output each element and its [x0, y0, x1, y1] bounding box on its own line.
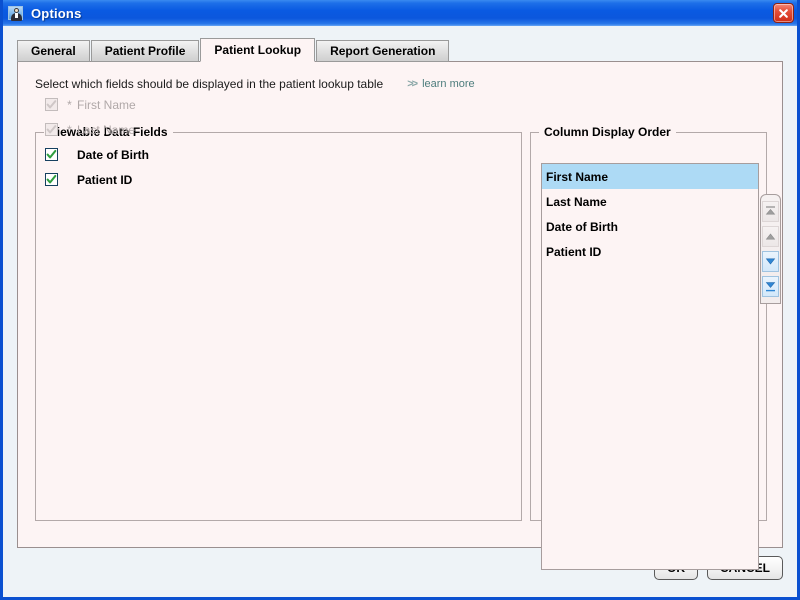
tab-general[interactable]: General [17, 40, 90, 62]
instruction-row: Select which fields should be displayed … [35, 77, 475, 91]
required-marker-first-name: * [67, 97, 72, 112]
tab-strip: General Patient Profile Patient Lookup R… [17, 38, 783, 62]
field-label-first-name: First Name [77, 97, 136, 112]
list-item[interactable]: Last Name [542, 189, 758, 214]
move-up-button[interactable] [762, 226, 779, 247]
dialog-body: General Patient Profile Patient Lookup R… [3, 26, 797, 594]
column-order-listbox[interactable]: First Name Last Name Date of Birth Patie… [541, 163, 759, 570]
move-to-top-button[interactable] [762, 201, 779, 222]
field-row-patient-id[interactable]: Patient ID [45, 167, 149, 192]
column-display-order-legend: Column Display Order [539, 125, 676, 139]
tab-patient-lookup[interactable]: Patient Lookup [200, 38, 316, 62]
viewable-fields-list: * First Name * Last Name Date of Birth P… [45, 92, 149, 192]
move-to-bottom-button[interactable] [762, 276, 779, 297]
checkbox-first-name [45, 98, 58, 111]
field-label-patient-id: Patient ID [77, 172, 133, 187]
field-row-first-name[interactable]: * First Name [45, 92, 149, 117]
options-person-icon [8, 5, 26, 22]
list-item[interactable]: Date of Birth [542, 214, 758, 239]
tab-patient-profile[interactable]: Patient Profile [90, 40, 200, 62]
window-title: Options [31, 5, 82, 21]
list-item[interactable]: First Name [542, 164, 758, 189]
field-label-date-of-birth: Date of Birth [77, 147, 149, 162]
list-item[interactable]: Patient ID [542, 239, 758, 264]
tab-report-generation[interactable]: Report Generation [316, 40, 450, 62]
learn-more-label: learn more [422, 78, 475, 90]
required-marker-last-name: * [67, 122, 72, 137]
checkbox-last-name [45, 123, 58, 136]
learn-more-link[interactable]: >> learn more [407, 78, 474, 90]
checkbox-date-of-birth[interactable] [45, 148, 58, 161]
checkbox-patient-id[interactable] [45, 173, 58, 186]
field-row-date-of-birth[interactable]: Date of Birth [45, 142, 149, 167]
double-chevron-right-icon: >> [407, 78, 418, 90]
close-icon[interactable] [773, 3, 794, 23]
tab-panel-patient-lookup: Select which fields should be displayed … [17, 61, 783, 570]
reorder-button-column [760, 194, 781, 304]
options-dialog-window: Options General Patient Profile Patient … [0, 0, 800, 600]
field-label-last-name: Last Name [77, 122, 136, 137]
move-down-button[interactable] [762, 251, 779, 272]
title-bar: Options [3, 0, 797, 27]
field-row-last-name[interactable]: * Last Name [45, 117, 149, 142]
instruction-text: Select which fields should be displayed … [35, 77, 384, 91]
